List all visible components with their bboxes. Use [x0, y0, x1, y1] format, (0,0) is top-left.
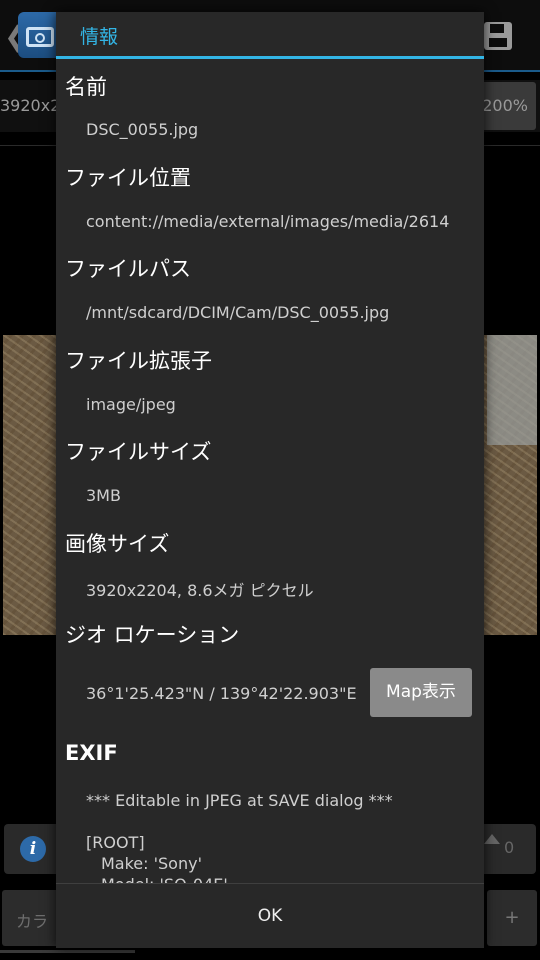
share-icon	[484, 834, 500, 844]
dialog-content[interactable]: 名前 DSC_0055.jpg ファイル位置 content://media/e…	[56, 59, 484, 883]
dialog-title-bar: 情報	[56, 12, 484, 58]
color-button-label: カラ	[16, 912, 49, 931]
share-button[interactable]: 0	[476, 824, 536, 874]
image-dimensions: 3920x2	[0, 96, 61, 115]
field-label-location: ファイル位置	[65, 166, 191, 190]
share-count: 0	[504, 838, 515, 857]
ok-button[interactable]: OK	[56, 884, 484, 948]
zoom-button[interactable]: 200%	[480, 82, 536, 130]
save-icon[interactable]	[484, 22, 512, 50]
map-button[interactable]: Map表示	[370, 668, 472, 717]
field-value-image-size: 3920x2204, 8.6メガ ピクセル	[86, 581, 314, 600]
exif-line: Model: 'SO-04E'	[101, 875, 228, 883]
scrollbar	[0, 950, 135, 953]
field-label-name: 名前	[65, 75, 107, 99]
info-button[interactable]: i	[4, 824, 64, 874]
field-label-size: ファイルサイズ	[65, 440, 212, 464]
field-value-geolocation: 36°1'25.423"N / 139°42'22.903"E	[86, 684, 357, 703]
field-value-path: /mnt/sdcard/DCIM/Cam/DSC_0055.jpg	[86, 303, 390, 322]
info-icon: i	[20, 836, 46, 862]
field-label-geolocation: ジオ ロケーション	[65, 623, 240, 647]
field-label-extension: ファイル拡張子	[65, 349, 212, 373]
field-value-name: DSC_0055.jpg	[86, 120, 199, 139]
field-value-size: 3MB	[86, 486, 121, 505]
field-label-path: ファイルパス	[65, 257, 191, 281]
info-dialog: 情報 名前 DSC_0055.jpg ファイル位置 content://medi…	[56, 12, 484, 948]
exif-root-label: [ROOT]	[86, 833, 145, 852]
field-label-image-size: 画像サイズ	[65, 532, 170, 556]
add-button[interactable]: +	[487, 890, 537, 946]
exif-line: Make: 'Sony'	[101, 854, 202, 873]
exif-title: EXIF	[65, 741, 118, 765]
field-value-location: content://media/external/images/media/26…	[86, 212, 450, 231]
field-value-extension: image/jpeg	[86, 395, 176, 414]
exif-note: *** Editable in JPEG at SAVE dialog ***	[86, 791, 393, 810]
dialog-title: 情報	[80, 26, 119, 48]
